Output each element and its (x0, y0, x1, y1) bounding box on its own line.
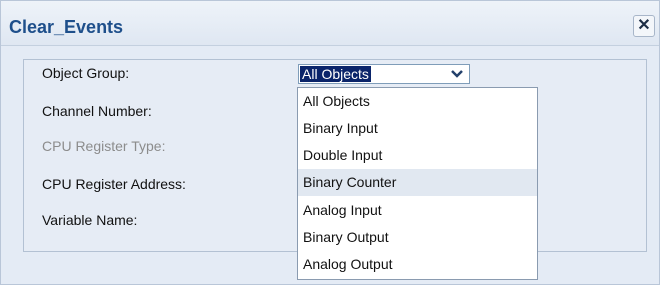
option-all-objects[interactable]: All Objects (298, 88, 537, 115)
dialog-titlebar: Clear_Events ✕ (1, 1, 659, 46)
object-group-label: Object Group: (42, 65, 130, 81)
option-binary-output[interactable]: Binary Output (298, 224, 537, 251)
option-double-input[interactable]: Double Input (298, 142, 537, 169)
chevron-down-icon[interactable] (444, 65, 470, 83)
cpu-register-address-label: CPU Register Address: (42, 176, 186, 192)
option-binary-counter[interactable]: Binary Counter (298, 169, 537, 196)
cpu-register-type-label: CPU Register Type: (42, 138, 166, 154)
channel-number-label: Channel Number: (42, 103, 152, 119)
option-binary-input[interactable]: Binary Input (298, 115, 537, 142)
variable-name-label: Variable Name: (42, 212, 138, 228)
close-icon: ✕ (637, 17, 651, 34)
object-group-selected-value: All Objects (300, 66, 371, 82)
close-button[interactable]: ✕ (633, 15, 655, 37)
clear-events-dialog: Clear_Events ✕ Object Group: Channel Num… (0, 0, 660, 285)
object-group-dropdown-list[interactable]: All Objects Binary Input Double Input Bi… (297, 87, 538, 280)
dialog-title: Clear_Events (9, 17, 124, 37)
option-analog-output[interactable]: Analog Output (298, 251, 537, 278)
option-analog-input[interactable]: Analog Input (298, 197, 537, 224)
